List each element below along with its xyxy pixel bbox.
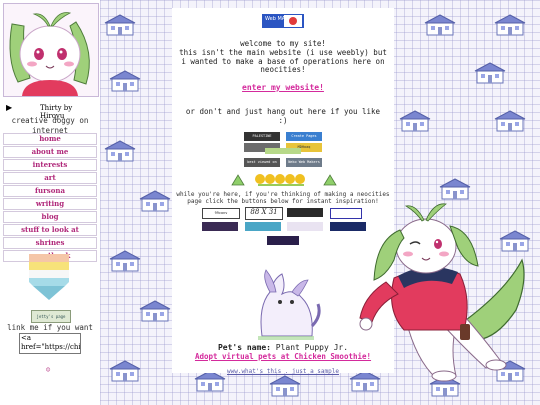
decorative-flowers xyxy=(231,174,337,186)
play-triangle-icon[interactable]: ▶ xyxy=(6,103,12,112)
button-99conv[interactable]: 99conv xyxy=(202,208,240,219)
mascot-illustration xyxy=(359,203,525,382)
music-player: ▶ Thirty by Hiroyu xyxy=(6,103,98,120)
button-neko-web[interactable]: Neko Web Makers xyxy=(286,158,322,167)
button-blue-2[interactable] xyxy=(245,222,281,231)
button-dark-1[interactable] xyxy=(287,208,323,217)
avatar xyxy=(3,3,99,97)
pride-flag-heart-icon xyxy=(29,254,69,300)
webmaster-badge-icon: Web MA. xyxy=(262,14,304,28)
nav-item-art[interactable]: art xyxy=(3,172,97,184)
button-best-viewed[interactable]: best viewed on desktop xyxy=(244,158,280,167)
footer-link[interactable]: www.what's this . just a sample xyxy=(227,368,339,375)
button-light-1[interactable] xyxy=(287,222,323,231)
nav-item-interests[interactable]: interests xyxy=(3,159,97,171)
svg-text:Web MA.: Web MA. xyxy=(265,16,287,22)
webmaster-badge[interactable]: Web MA. xyxy=(172,14,394,31)
small-pink-icon: ☺ xyxy=(46,366,51,374)
intro-text: this isn't the main website (i use weebl… xyxy=(179,48,387,74)
pet-name-value: Plant Puppy Jr. xyxy=(275,343,349,352)
virtual-pet-image[interactable] xyxy=(252,266,322,344)
adopt-pet-link[interactable]: Adopt virtual pets at Chicken Smoothie! xyxy=(195,352,371,361)
sidebar: ▶ Thirty by Hiroyu creative doggy on int… xyxy=(0,0,100,405)
enter-website-link[interactable]: enter my website! xyxy=(242,83,324,92)
button-dark-2[interactable] xyxy=(202,222,238,231)
link-me-label: link me if you want xyxy=(7,323,93,332)
site-link-button[interactable]: jetty's page xyxy=(31,310,71,323)
button-dark-3[interactable] xyxy=(267,236,299,245)
nav-item-blog[interactable]: blog xyxy=(3,211,97,223)
button-green-bar[interactable] xyxy=(265,148,301,154)
link-code-textbox[interactable]: <a href="https://chin xyxy=(19,333,81,354)
sidebar-nav: home about me interests art fursona writ… xyxy=(3,133,97,263)
button-palestine[interactable]: PALESTINE xyxy=(244,132,280,141)
button-create-pages[interactable]: Create Pages xyxy=(286,132,322,141)
button-88x31[interactable]: 88 X 31 xyxy=(245,207,283,220)
nav-item-fursona[interactable]: fursona xyxy=(3,185,97,197)
nav-item-about-me[interactable]: about me xyxy=(3,146,97,158)
hangout-text: or don't and just hang out here if you l… xyxy=(185,107,381,125)
pet-name-label: Pet's name: xyxy=(217,343,271,352)
nav-item-writing[interactable]: writing xyxy=(3,198,97,210)
nav-item-home[interactable]: home xyxy=(3,133,97,145)
nav-item-stuff-to-look-at[interactable]: stuff to look at xyxy=(3,224,97,236)
nav-item-shrines[interactable]: shrines xyxy=(3,237,97,249)
